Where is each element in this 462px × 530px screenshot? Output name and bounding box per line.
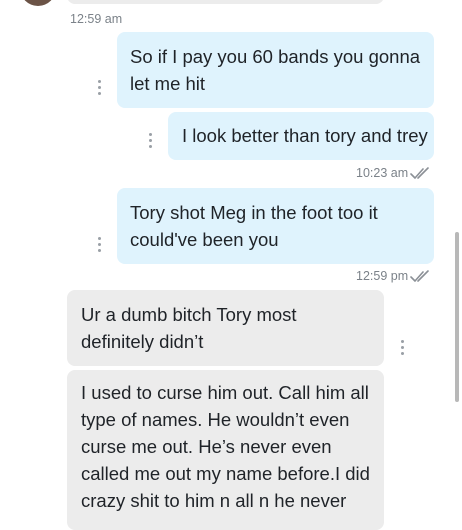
double-check-icon [410, 167, 429, 179]
message-bubble-outgoing[interactable]: So if I pay you 60 bands you gonna let m… [117, 32, 434, 108]
message-bubble-incoming[interactable]: I used to curse him out. Call him all ty… [67, 370, 384, 530]
message-bubble-incoming[interactable]: Ur a dumb bitch Tory most definitely did… [67, 290, 384, 366]
message-bubble-outgoing[interactable]: I look better than tory and trey [168, 112, 434, 160]
message-text: I look better than tory and trey [182, 125, 428, 146]
scrollbar[interactable] [455, 232, 459, 402]
more-vert-icon[interactable] [143, 133, 157, 151]
message-text: Tory shot Meg in the foot too it could'v… [130, 202, 378, 250]
more-vert-icon[interactable] [92, 237, 106, 255]
timestamp: 10:23 am [356, 166, 409, 180]
message-text: So if I pay you 60 bands you gonna let m… [130, 46, 421, 94]
avatar[interactable] [20, 0, 56, 6]
message-text: Ur a dumb bitch Tory most definitely did… [81, 304, 297, 352]
timestamp: 12:59 am [70, 12, 123, 26]
message-text: I used to curse him out. Call him all ty… [81, 382, 370, 511]
double-check-icon [410, 270, 429, 282]
message-bubble-outgoing[interactable]: Tory shot Meg in the foot too it could'v… [117, 188, 434, 264]
more-vert-icon[interactable] [395, 340, 409, 358]
more-vert-icon[interactable] [92, 80, 106, 98]
timestamp: 12:59 pm [356, 269, 409, 283]
previous-message-bubble [67, 0, 384, 4]
